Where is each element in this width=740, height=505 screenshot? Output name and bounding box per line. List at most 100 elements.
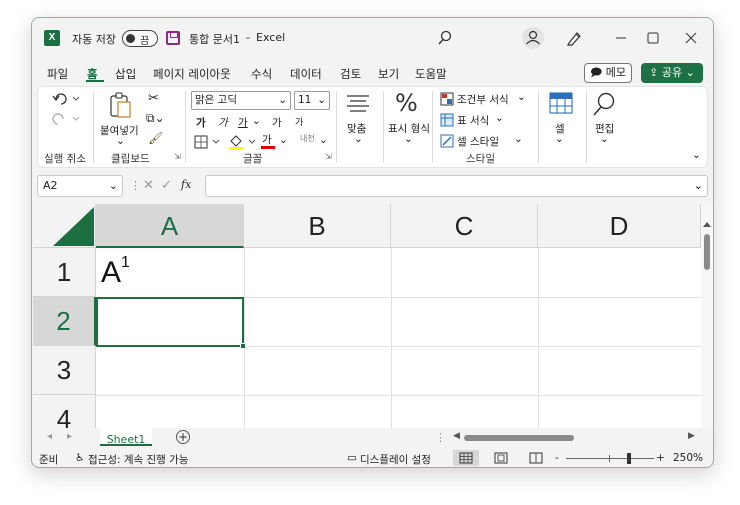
prev-sheet-icon[interactable]: ◂ [47,431,52,442]
menu-view[interactable]: 보기 [378,66,399,82]
cell-a1[interactable]: A1 [101,254,130,290]
chevron-down-icon[interactable]: ⌄ [354,133,363,145]
menu-file[interactable]: 파일 [47,66,68,82]
row-header-1[interactable]: 1 [33,248,96,297]
row-header-2[interactable]: 2 [33,297,96,346]
cell-style-label: 셀 스타일 [457,136,499,148]
styles-group-label: 스타일 [466,153,495,165]
accessibility-icon[interactable]: ♿ [75,452,84,464]
page-break-view-icon[interactable] [529,452,543,464]
chevron-down-icon[interactable]: ⌄ [404,133,413,145]
fill-color-icon[interactable] [228,133,258,151]
column-header-a[interactable]: A [96,204,244,248]
search-icon[interactable] [591,91,619,117]
tab-split-grip-icon[interactable]: ⋮ [435,431,446,444]
display-settings[interactable]: 디스플레이 설정 [360,452,431,467]
phonetic-button[interactable]: 내천 [300,133,315,144]
chevron-down-icon: ⌄ [685,66,695,79]
scrollbar-thumb[interactable] [704,234,710,270]
dialog-launcher-icon[interactable]: ⇲ [325,152,332,161]
add-sheet-button[interactable]: + [176,430,190,444]
fill-handle[interactable] [240,343,246,349]
cell-style-button[interactable]: 셀 스타일 ⌄ [440,133,530,149]
select-all-corner[interactable] [33,204,96,248]
shrink-font-button[interactable]: 가 [295,115,303,128]
next-sheet-icon[interactable]: ▸ [67,431,72,442]
italic-button[interactable]: 가 [218,115,228,130]
cancel-icon[interactable]: ✕ [143,178,154,193]
name-box[interactable]: A2 ⌄ [37,175,123,197]
search-icon[interactable] [437,30,453,46]
toggle-knob [126,34,135,43]
scroll-right-icon[interactable]: ▶ [688,431,695,441]
sheet-tab-sheet1[interactable]: Sheet1 [100,428,152,446]
font-color-button[interactable]: 가 ⌄ [260,132,290,152]
minimize-icon[interactable] [606,26,636,50]
active-cell-a2[interactable] [96,297,246,349]
maximize-icon[interactable] [638,26,668,50]
chevron-down-icon[interactable]: ⌄ [600,133,609,145]
page-layout-view-icon[interactable] [494,452,508,464]
phonetic-dropdown-icon[interactable]: ⌄ [319,134,328,146]
ribbon-divider [383,91,384,163]
cells-icon[interactable] [548,91,574,115]
accessibility-status[interactable]: 접근성: 계속 진행 가능 [88,452,189,467]
column-header-c[interactable]: C [391,204,538,248]
vertical-scrollbar[interactable] [701,204,713,444]
menu-page-layout[interactable]: 페이지 레이아웃 [153,66,231,82]
conditional-format-button[interactable]: 조건부 서식 ⌄ [440,91,535,107]
zoom-slider-thumb[interactable] [627,453,631,464]
paste-icon[interactable] [108,91,134,119]
zoom-in-button[interactable]: + [656,452,665,464]
table-format-button[interactable]: 표 서식 ⌄ [440,112,510,128]
align-icon[interactable] [346,93,370,115]
scroll-up-icon[interactable] [703,222,711,228]
menu-help[interactable]: 도움말 [415,66,447,82]
cell-a1-superscript: 1 [121,254,130,271]
format-painter-icon[interactable]: 🖌 [148,131,163,145]
border-icon[interactable] [194,135,222,149]
zoom-out-button[interactable]: - [555,452,559,464]
insert-function-button[interactable]: fx [181,178,191,191]
copy-icon[interactable]: ⧉⌄ [146,111,165,126]
save-icon[interactable] [166,31,180,45]
row-header-3[interactable]: 3 [33,346,96,395]
display-settings-icon[interactable]: ▭ [347,452,357,464]
column-header-b[interactable]: B [244,204,391,248]
normal-view-button[interactable] [453,450,479,466]
cut-icon[interactable]: ✂ [148,91,159,106]
horizontal-scrollbar-thumb[interactable] [464,435,574,441]
zoom-level[interactable]: 250% [673,452,703,464]
enter-icon[interactable]: ✓ [161,178,172,193]
menu-insert[interactable]: 삽입 [115,66,136,82]
user-avatar[interactable] [522,27,544,49]
close-icon[interactable] [676,26,706,50]
redo-icon[interactable] [52,111,82,127]
normal-view-icon [459,452,473,464]
share-button[interactable]: ⇪ 공유 ⌄ [641,63,703,83]
underline-dropdown-icon[interactable]: ⌄ [252,115,261,127]
autosave-toggle[interactable]: 끔 [122,30,158,47]
chevron-down-icon: ⌄ [693,179,703,192]
pen-icon[interactable] [565,29,583,47]
menu-review[interactable]: 검토 [340,66,361,82]
formula-input[interactable]: ⌄ [205,175,708,197]
dialog-launcher-icon[interactable]: ⇲ [174,152,181,161]
zoom-slider-track[interactable] [566,458,654,459]
bold-button[interactable]: 가 [196,115,206,130]
percent-icon[interactable]: % [395,89,418,117]
ribbon-collapse-icon[interactable]: ⌄ [692,149,701,161]
underline-button[interactable]: 가 [238,115,248,130]
column-header-d[interactable]: D [538,204,701,248]
grow-font-button[interactable]: 가 [272,115,282,130]
memo-button[interactable]: 🗩 메모 [584,63,632,83]
font-size-box[interactable]: 11 ⌄ [294,91,330,110]
font-name-box[interactable]: 맑은 고딕 ⌄ [191,91,291,110]
title-separator: - [246,31,250,44]
paste-dropdown-icon[interactable]: ⌄ [116,135,125,147]
menu-data[interactable]: 데이터 [290,66,322,82]
undo-icon[interactable] [52,91,82,107]
menu-formulas[interactable]: 수식 [251,66,272,82]
chevron-down-icon[interactable]: ⌄ [555,133,564,145]
scroll-left-icon[interactable]: ◀ [453,431,460,441]
